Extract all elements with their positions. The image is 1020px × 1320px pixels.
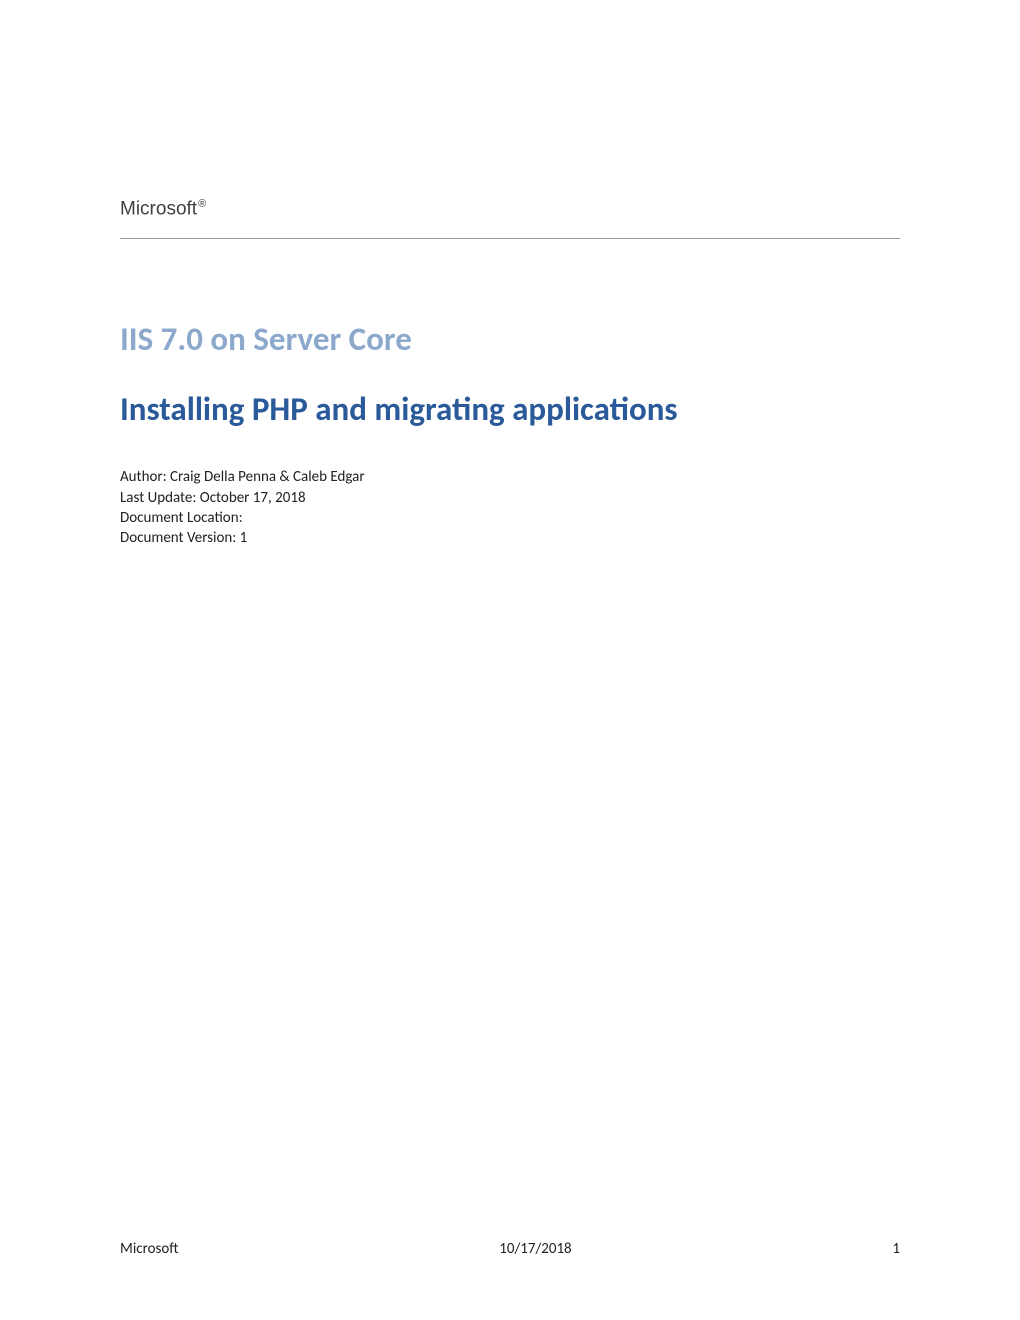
title-subject: IIS 7.0 on Server Core: [120, 319, 900, 359]
registered-mark: ®: [198, 198, 206, 210]
document-page: Microsoft® IIS 7.0 on Server Core Instal…: [0, 0, 1020, 1320]
meta-author: Author: Craig Della Penna & Caleb Edgar: [120, 467, 900, 487]
header-divider: [120, 238, 900, 239]
brand-line: Microsoft®: [120, 198, 900, 220]
footer-center: 10/17/2018: [499, 1240, 571, 1258]
brand-name: Microsoft: [120, 198, 197, 219]
meta-last-update: Last Update: October 17, 2018: [120, 488, 900, 508]
footer-page-number: 1: [892, 1240, 900, 1258]
meta-location: Document Location:: [120, 508, 900, 528]
document-meta: Author: Craig Della Penna & Caleb Edgar …: [120, 467, 900, 548]
title-main: Installing PHP and migrating application…: [120, 389, 900, 429]
page-footer: Microsoft 10/17/2018 1: [120, 1240, 900, 1258]
meta-version: Document Version: 1: [120, 528, 900, 548]
footer-left: Microsoft: [120, 1240, 179, 1258]
